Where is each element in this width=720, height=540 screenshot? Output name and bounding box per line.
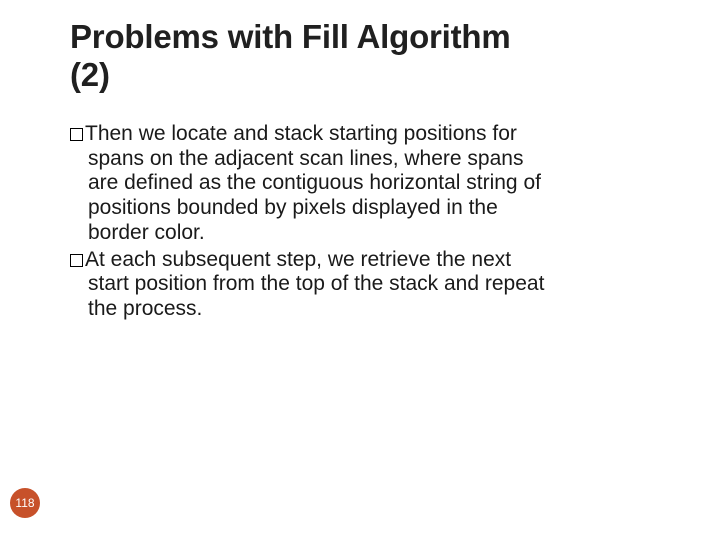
slide: Problems with Fill Algorithm (2) Then we… — [0, 0, 720, 540]
bullet-continuation: spans on the adjacent scan lines, where … — [70, 147, 680, 172]
page-number: 118 — [15, 496, 34, 510]
title-line-2: (2) — [70, 56, 110, 93]
bullet-first-line: At each subsequent step, we retrieve the… — [85, 248, 511, 271]
list-item: At each subsequent step, we retrieve the… — [70, 248, 680, 322]
list-item: Then we locate and stack starting positi… — [70, 122, 680, 246]
bullet-continuation: positions bounded by pixels displayed in… — [70, 196, 680, 221]
square-bullet-icon — [70, 128, 83, 141]
bullet-continuation: are defined as the contiguous horizontal… — [70, 171, 680, 196]
slide-title: Problems with Fill Algorithm (2) — [70, 18, 680, 94]
page-number-badge: 118 — [10, 488, 40, 518]
title-line-1: Problems with Fill Algorithm — [70, 18, 511, 55]
bullet-continuation: border color. — [70, 221, 680, 246]
bullet-first-line: Then we locate and stack starting positi… — [85, 122, 517, 145]
square-bullet-icon — [70, 254, 83, 267]
bullet-continuation: the process. — [70, 297, 680, 322]
bullet-list: Then we locate and stack starting positi… — [70, 122, 680, 322]
bullet-continuation: start position from the top of the stack… — [70, 272, 680, 297]
